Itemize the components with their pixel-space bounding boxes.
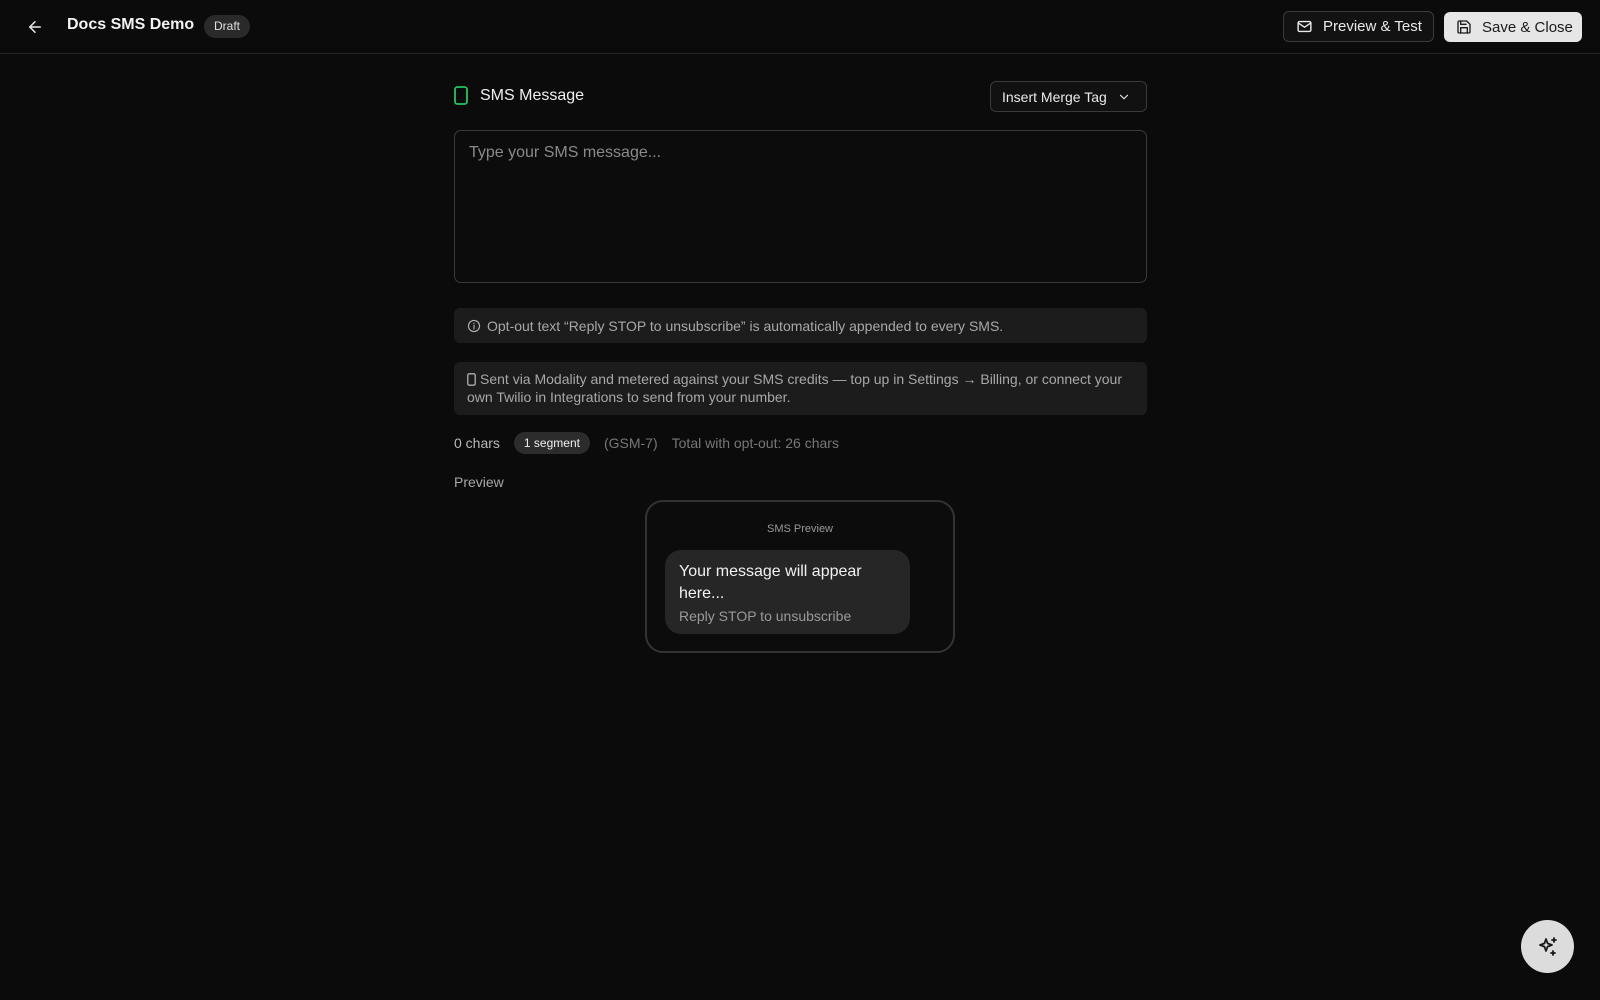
back-button[interactable] [22, 14, 48, 40]
char-count: 0 chars [454, 435, 500, 451]
message-stats: 0 chars 1 segment (GSM-7) Total with opt… [454, 432, 839, 454]
sparkles-icon [1538, 936, 1557, 956]
preview-heading: Preview [454, 474, 504, 490]
top-bar: Docs SMS Demo Draft Preview & Test Save … [0, 0, 1600, 54]
status-badge: Draft [204, 15, 251, 38]
ai-assistant-button[interactable] [1521, 920, 1574, 973]
phone-icon [467, 373, 476, 386]
preview-message-text: Your message will appear here... [679, 563, 862, 602]
sms-message-input[interactable] [454, 130, 1147, 283]
message-bubble: Your message will appear here... Reply S… [665, 550, 910, 634]
billing-notice: Sent via Modality and metered against yo… [454, 362, 1147, 415]
sms-preview-title: SMS Preview [766, 523, 834, 535]
encoding-label: (GSM-7) [603, 435, 658, 451]
preview-optout-text: Reply STOP to unsubscribe [679, 608, 852, 624]
optout-notice-text: Opt-out text “Reply STOP to unsubscribe”… [487, 317, 1004, 334]
mail-icon [1297, 20, 1312, 33]
page-title: Docs SMS Demo [67, 16, 195, 33]
sms-section-header: SMS Message [454, 86, 584, 105]
billing-notice-text: Sent via Modality and metered against yo… [467, 371, 1122, 405]
chevron-down-icon [1119, 94, 1128, 99]
segment-badge: 1 segment [513, 432, 590, 454]
section-title: SMS Message [480, 86, 585, 104]
merge-tag-label: Insert Merge Tag [1002, 88, 1107, 105]
preview-test-button[interactable]: Preview & Test [1283, 11, 1434, 42]
optout-notice: Opt-out text “Reply STOP to unsubscribe”… [454, 308, 1147, 343]
info-icon [467, 319, 481, 332]
total-with-optout: Total with opt-out: 26 chars [671, 435, 839, 451]
save-icon [1457, 20, 1471, 34]
save-close-button[interactable]: Save & Close [1444, 12, 1582, 42]
insert-merge-tag-dropdown[interactable]: Insert Merge Tag [990, 81, 1147, 112]
sms-preview-phone: SMS Preview Your message will appear her… [645, 500, 955, 653]
phone-icon [454, 86, 468, 105]
save-close-label: Save & Close [1482, 18, 1573, 36]
arrow-left-icon [29, 21, 41, 33]
preview-test-label: Preview & Test [1323, 18, 1422, 35]
